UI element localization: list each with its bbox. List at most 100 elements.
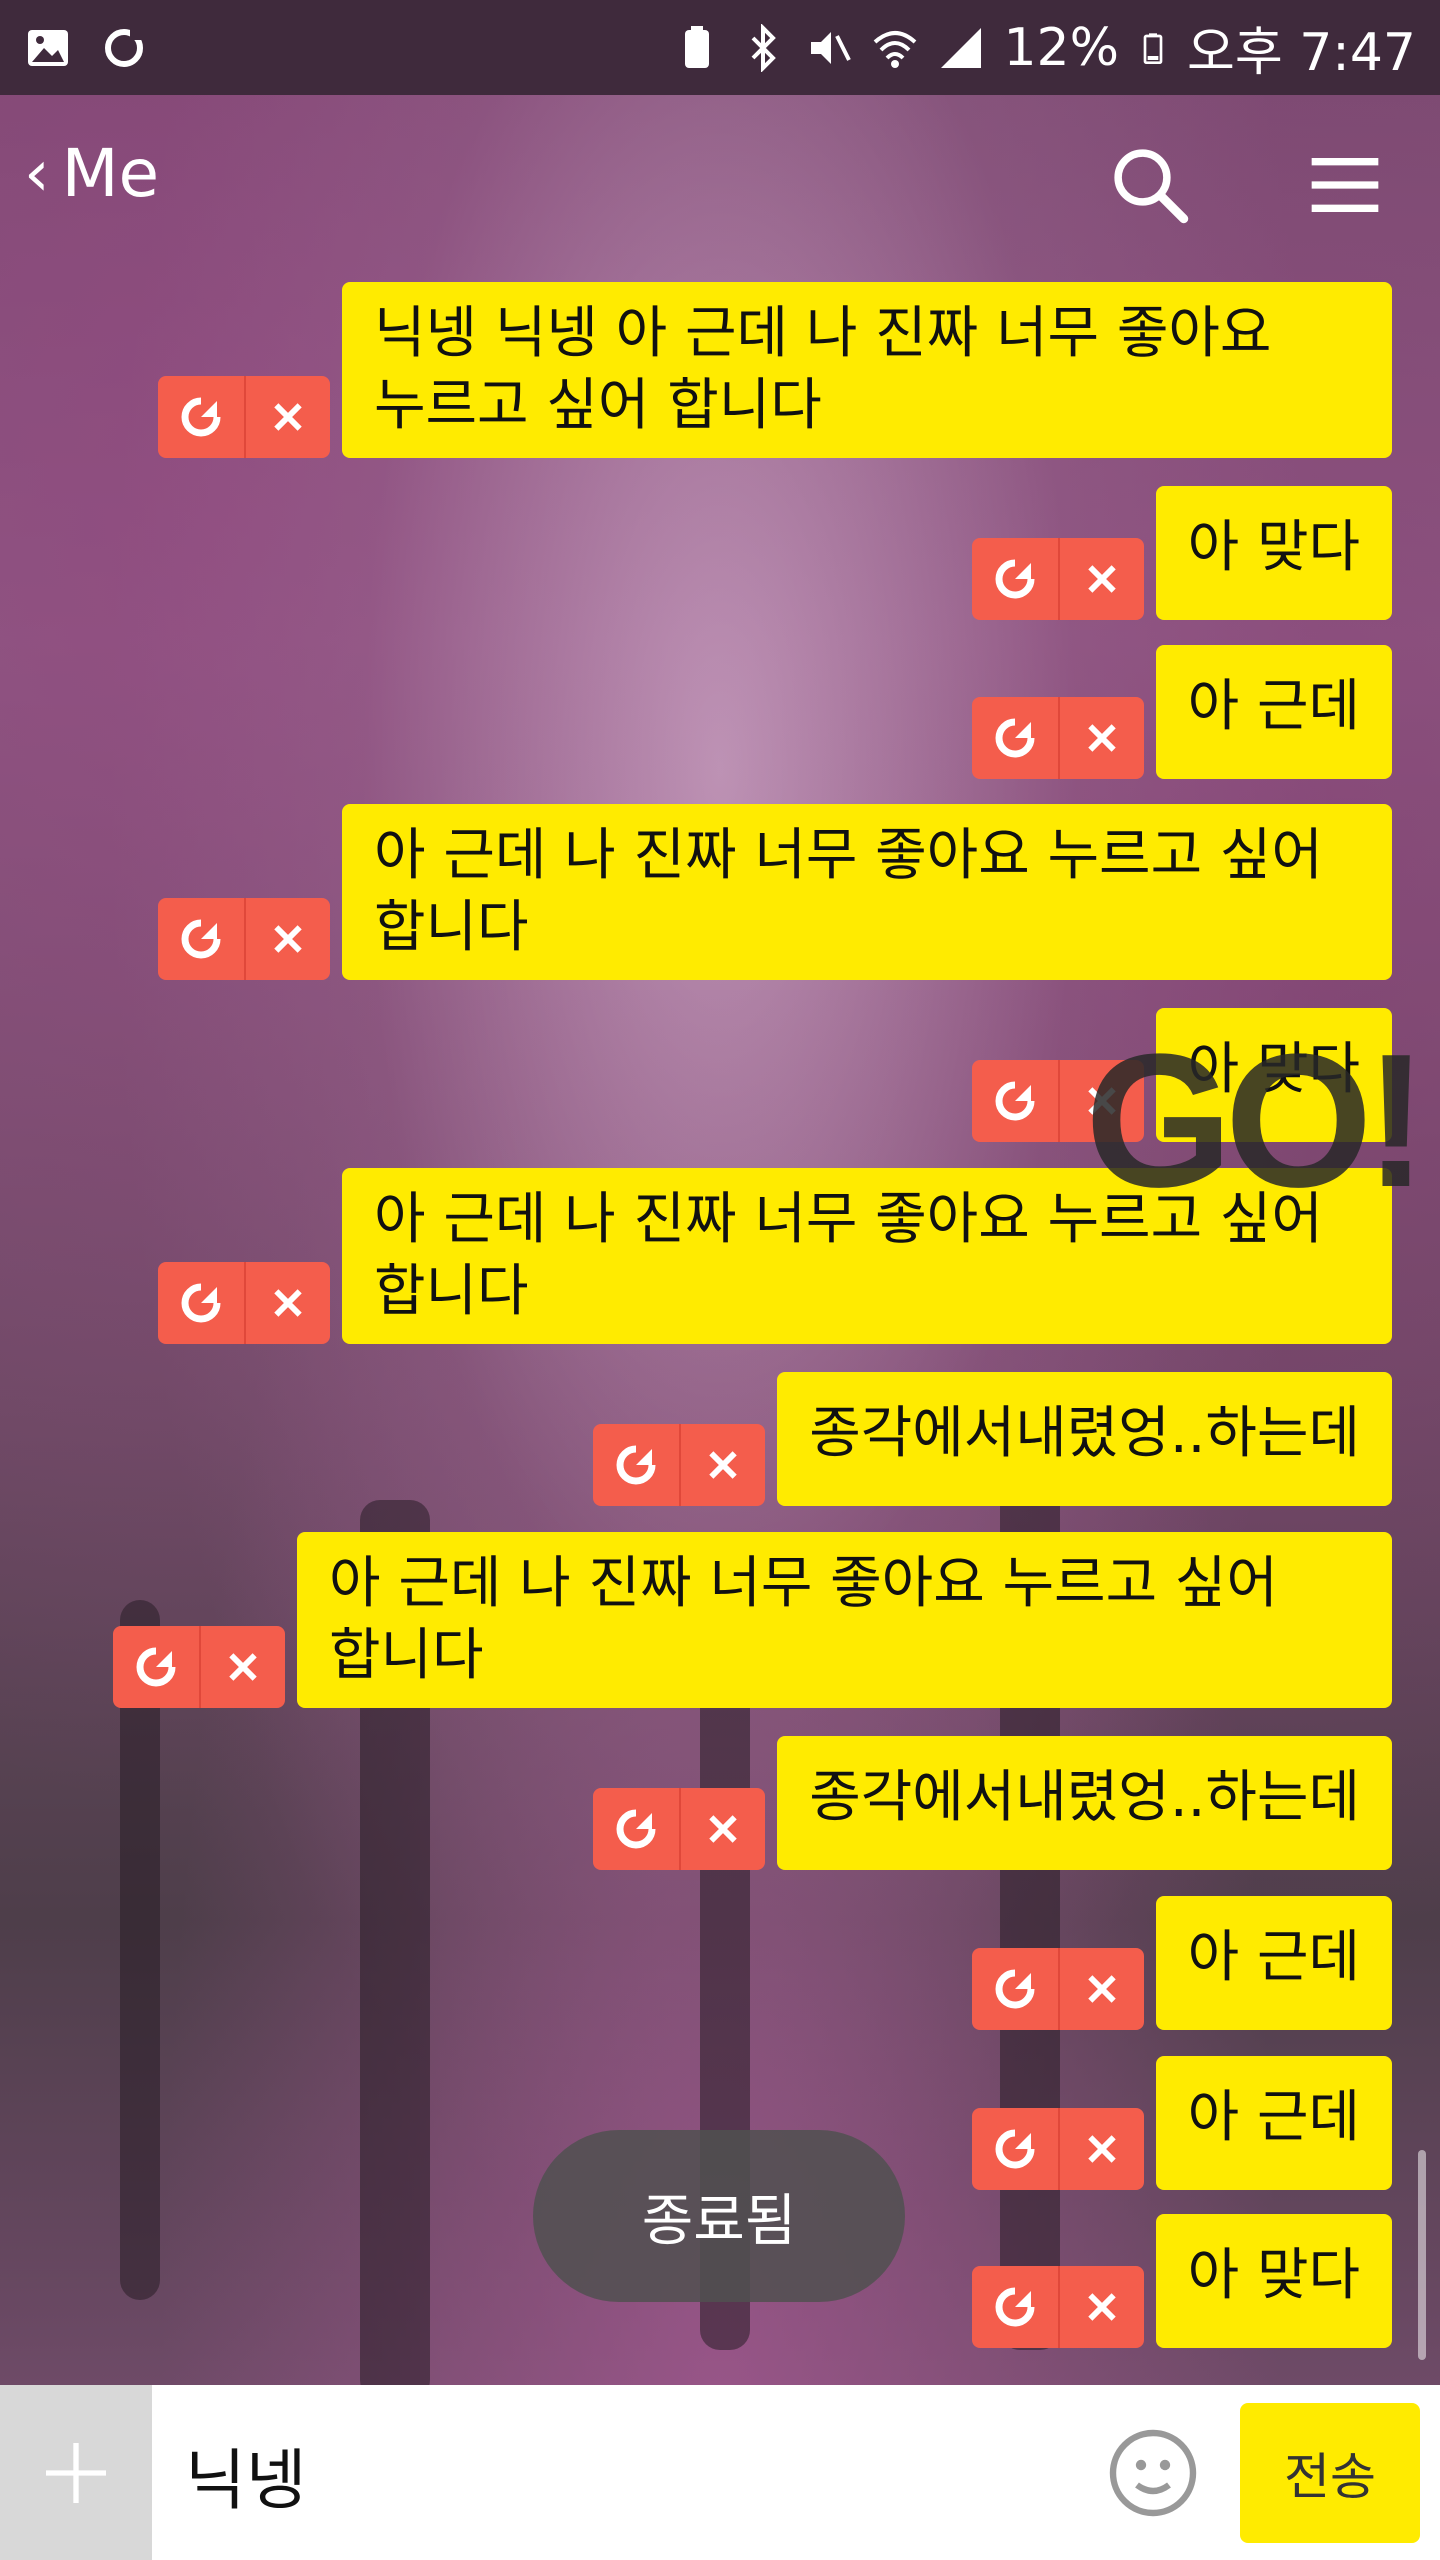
sync-icon bbox=[105, 27, 143, 67]
failed-actions bbox=[971, 2266, 1144, 2348]
resend-button[interactable] bbox=[971, 1948, 1058, 2030]
delete-button[interactable] bbox=[1057, 2108, 1144, 2190]
retry-icon bbox=[995, 559, 1035, 599]
message-bubble[interactable]: 아 근데 bbox=[1155, 645, 1392, 779]
signal-icon bbox=[941, 27, 982, 68]
message-bubble[interactable]: 아 맞다 bbox=[1155, 486, 1392, 620]
message-bubble[interactable]: 종각에서내렸엉..하는데 bbox=[777, 1372, 1392, 1506]
resend-button[interactable] bbox=[971, 2266, 1058, 2348]
resend-button[interactable] bbox=[113, 1626, 199, 1708]
chat-title: Me bbox=[61, 135, 160, 212]
close-icon bbox=[1087, 565, 1116, 593]
message-row: 아 맞다 bbox=[971, 2214, 1392, 2348]
failed-actions bbox=[593, 1424, 766, 1506]
recycle-battery-icon bbox=[685, 25, 710, 68]
failed-actions bbox=[593, 1788, 766, 1870]
resend-button[interactable] bbox=[971, 2108, 1058, 2190]
chat-header: ‹ Me bbox=[0, 95, 1440, 270]
close-icon bbox=[709, 1451, 737, 1479]
delete-button[interactable] bbox=[1057, 538, 1144, 620]
retry-icon bbox=[181, 1283, 221, 1323]
delete-button[interactable] bbox=[1057, 2266, 1144, 2348]
message-bubble[interactable]: 종각에서내렸엉..하는데 bbox=[777, 1736, 1392, 1870]
failed-actions bbox=[971, 538, 1144, 620]
message-row: 아 근데 나 진짜 너무 좋아요 누르고 싶어 합니다 bbox=[158, 804, 1392, 980]
message-row: 아 근데 나 진짜 너무 좋아요 누르고 싶어 합니다 bbox=[113, 1532, 1392, 1708]
resend-button[interactable] bbox=[971, 538, 1058, 620]
message-row: 아 맞다 bbox=[971, 486, 1392, 620]
resend-button[interactable] bbox=[158, 898, 244, 980]
message-bubble[interactable]: 아 근데 bbox=[1155, 2056, 1392, 2190]
message-bubble[interactable]: 닉넹 닉넹 아 근데 나 진짜 너무 좋아요 누르고 싶어 합니다 bbox=[342, 282, 1392, 458]
delete-button[interactable] bbox=[1057, 1948, 1144, 2030]
input-bar: 전송 bbox=[0, 2385, 1440, 2560]
send-button[interactable]: 전송 bbox=[1240, 2403, 1420, 2543]
retry-icon bbox=[181, 397, 221, 437]
battery-percent: 12% bbox=[1003, 17, 1120, 78]
message-row: 아 근데 bbox=[971, 2056, 1392, 2190]
failed-actions bbox=[971, 697, 1144, 779]
retry-icon bbox=[995, 2287, 1035, 2327]
message-row: 아 근데 bbox=[971, 1896, 1392, 2030]
close-icon bbox=[1087, 2135, 1116, 2163]
failed-actions bbox=[158, 376, 330, 458]
message-input[interactable] bbox=[185, 2425, 1085, 2525]
failed-actions bbox=[971, 2108, 1144, 2190]
back-button[interactable]: ‹ Me bbox=[24, 135, 159, 212]
retry-icon bbox=[995, 1081, 1035, 1121]
bluetooth-icon bbox=[752, 23, 777, 72]
retry-icon bbox=[995, 718, 1035, 758]
retry-icon bbox=[995, 1969, 1035, 2009]
emoji-icon[interactable] bbox=[1105, 2425, 1201, 2521]
message-row: 닉넹 닉넹 아 근데 나 진짜 너무 좋아요 누르고 싶어 합니다 bbox=[158, 282, 1392, 458]
message-bubble[interactable]: 아 맞다 bbox=[1155, 2214, 1392, 2348]
resend-button[interactable] bbox=[158, 1262, 244, 1344]
close-icon bbox=[1087, 2293, 1116, 2321]
resend-button[interactable] bbox=[158, 376, 244, 458]
message-row: 종각에서내렸엉..하는데 bbox=[593, 1372, 1392, 1506]
retry-icon bbox=[181, 919, 221, 959]
retry-icon bbox=[616, 1445, 656, 1485]
resend-button[interactable] bbox=[593, 1788, 680, 1870]
retry-icon bbox=[616, 1809, 656, 1849]
resend-button[interactable] bbox=[971, 697, 1058, 779]
attach-button[interactable] bbox=[0, 2385, 152, 2560]
message-bubble[interactable]: 아 근데 나 진짜 너무 좋아요 누르고 싶어 합니다 bbox=[297, 1532, 1392, 1708]
wifi-icon bbox=[874, 30, 917, 68]
go-overlay-text: GO! bbox=[1085, 1015, 1428, 1227]
failed-actions bbox=[158, 1262, 330, 1344]
failed-actions bbox=[113, 1626, 285, 1708]
delete-button[interactable] bbox=[244, 1262, 330, 1344]
failed-actions bbox=[971, 1948, 1144, 2030]
close-icon bbox=[229, 1653, 257, 1681]
gallery-icon bbox=[28, 29, 68, 66]
failed-actions bbox=[158, 898, 330, 980]
delete-button[interactable] bbox=[679, 1424, 766, 1506]
battery-icon bbox=[1143, 32, 1163, 64]
delete-button[interactable] bbox=[199, 1626, 285, 1708]
delete-button[interactable] bbox=[679, 1788, 766, 1870]
retry-icon bbox=[995, 2129, 1035, 2169]
scrollbar[interactable] bbox=[1418, 2150, 1426, 2360]
close-icon bbox=[274, 925, 302, 953]
status-bar: 12% 오후 7:47 bbox=[0, 0, 1440, 95]
close-icon bbox=[709, 1815, 737, 1843]
delete-button[interactable] bbox=[244, 898, 330, 980]
hamburger-menu-icon[interactable] bbox=[1305, 145, 1385, 225]
close-icon bbox=[274, 1289, 302, 1317]
search-icon[interactable] bbox=[1105, 140, 1195, 230]
resend-button[interactable] bbox=[593, 1424, 680, 1506]
message-row: 종각에서내렸엉..하는데 bbox=[593, 1736, 1392, 1870]
delete-button[interactable] bbox=[244, 376, 330, 458]
message-bubble[interactable]: 아 근데 나 진짜 너무 좋아요 누르고 싶어 합니다 bbox=[342, 804, 1392, 980]
delete-button[interactable] bbox=[1057, 697, 1144, 779]
message-row: 아 근데 bbox=[971, 645, 1392, 779]
message-bubble[interactable]: 아 근데 bbox=[1155, 1896, 1392, 2030]
resend-button[interactable] bbox=[971, 1060, 1058, 1142]
clock: 오후 7:47 bbox=[1187, 23, 1416, 83]
close-icon bbox=[274, 403, 302, 431]
mute-icon bbox=[811, 31, 852, 64]
plus-icon bbox=[46, 2442, 106, 2503]
close-icon bbox=[1087, 1975, 1116, 2003]
toast-message: 종료됨 bbox=[533, 2130, 905, 2302]
